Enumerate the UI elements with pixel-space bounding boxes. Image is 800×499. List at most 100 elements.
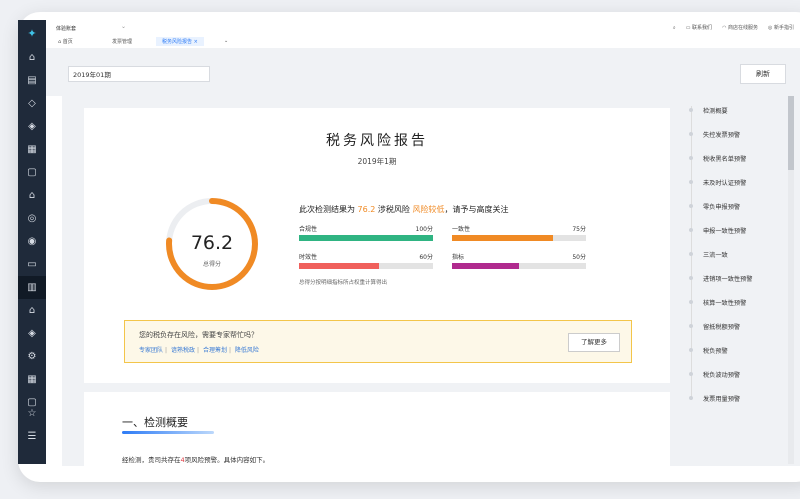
toc-item-label: 进销项一致性预警 <box>703 275 753 283</box>
metric-track <box>452 235 586 241</box>
banner-link-planning[interactable]: 合理筹划 <box>203 347 227 354</box>
expert-banner: 您的税负存在风险，需要专家帮忙吗？ 专家团队 | 谙熟税政 | 合理筹划 | 降低风险… <box>124 320 632 363</box>
diamond-icon[interactable]: ◇ <box>18 92 46 115</box>
toc-item[interactable]: 零负申报预警 <box>686 196 740 216</box>
search-icon[interactable]: ⌕ <box>673 25 676 31</box>
home-icon[interactable]: ⌂ <box>18 184 46 207</box>
metric-2: 时效性 60分 <box>299 252 433 270</box>
toc-item[interactable]: 检测概要 <box>686 100 728 120</box>
toc-item[interactable]: 进销项一致性预警 <box>686 268 753 288</box>
toc-dot <box>689 132 693 136</box>
grid-icon[interactable]: ▦ <box>18 368 46 391</box>
metric-score: 75分 <box>572 226 586 233</box>
total-score: 76.2 <box>190 232 234 254</box>
toc-dot <box>689 204 693 208</box>
scroll-thumb[interactable] <box>788 96 794 170</box>
tag-icon[interactable]: ◈ <box>18 115 46 138</box>
toc-item[interactable]: 发票用量预警 <box>686 388 740 408</box>
section-text: 经检测，贵司共存在4项风险预警。具体内容如下。 <box>122 456 270 464</box>
refresh-button[interactable]: 刷新 <box>740 64 786 84</box>
toc-item[interactable]: 税负预警 <box>686 340 728 360</box>
invoice-icon[interactable]: ▤ <box>18 69 46 92</box>
tab-more-chevron-icon[interactable]: ⌄ <box>224 38 228 44</box>
coin-icon[interactable]: ◉ <box>18 230 46 253</box>
tab-risk-report[interactable]: 税务风险报告 × <box>156 37 204 46</box>
scrollbar[interactable] <box>788 96 794 464</box>
banner-link-policy[interactable]: 谙熟税政 <box>171 347 195 354</box>
metric-0: 合规性 100分 <box>299 224 433 242</box>
chevron-down-icon[interactable]: ⌄ <box>121 23 126 30</box>
metric-name: 合规性 <box>299 226 318 233</box>
bag-icon[interactable]: ▢ <box>18 161 46 184</box>
metric-fill <box>299 235 433 241</box>
toc-dot <box>689 348 693 352</box>
toc-item[interactable]: 三流一致 <box>686 244 728 264</box>
toc-item-label: 零负申报预警 <box>703 203 741 211</box>
metric-track <box>299 263 433 269</box>
toc-dot <box>689 252 693 256</box>
toc-item-label: 失控发票预警 <box>703 131 741 139</box>
report-card: 税务风险报告 2019年1期 76.2 总得分 此次检测结果为 76.2 涉税风… <box>84 108 670 383</box>
metric-1: 一致性 75分 <box>452 224 586 242</box>
logo-icon[interactable]: ✦ <box>18 20 46 46</box>
badge-icon[interactable]: ◎ <box>18 207 46 230</box>
book-icon[interactable]: ▥ <box>18 276 46 299</box>
toc-item-label: 税负波动预警 <box>703 371 741 379</box>
toc-item[interactable]: 税负波动预警 <box>686 364 740 384</box>
menu-icon[interactable]: ☰ <box>18 425 46 448</box>
banner-link-team[interactable]: 专家团队 <box>139 347 163 354</box>
toc-dot <box>689 372 693 376</box>
result-summary: 此次检测结果为 76.2 涉税风险 风险较低，请予与高度关注 <box>299 205 509 214</box>
toc-item[interactable]: 税收黑名单预警 <box>686 148 746 168</box>
cart-icon[interactable]: ⌂ <box>18 46 46 69</box>
banner-links: 专家团队 | 谙熟税政 | 合理筹划 | 降低风险 <box>139 347 259 354</box>
toc-item-label: 发票用量预警 <box>703 395 741 403</box>
report-period: 2019年1期 <box>357 157 397 166</box>
metric-fill <box>452 235 553 241</box>
report-title: 税务风险报告 <box>326 133 428 149</box>
layers-icon[interactable]: ◈ <box>18 322 46 345</box>
toc-dot <box>689 300 693 304</box>
section-underline <box>122 431 214 434</box>
overview-section: 一、检测概要 经检测，贵司共存在4项风险预警。具体内容如下。 <box>84 392 670 472</box>
toc-item-label: 留抵税额预警 <box>703 323 741 331</box>
chart-icon[interactable]: ▦ <box>18 138 46 161</box>
toc-item[interactable]: 失控发票预警 <box>686 124 740 144</box>
guide-link[interactable]: ◎ 新手指引 <box>768 24 794 31</box>
toc-item[interactable]: 申报一致性预警 <box>686 220 746 240</box>
service-link[interactable]: ◠ 商店在线服务 <box>722 24 758 31</box>
toc-item-label: 检测概要 <box>703 107 728 115</box>
toolbar: 2019年01期 刷新 <box>46 48 800 96</box>
toc-item-label: 申报一致性预警 <box>703 227 747 235</box>
score-note: 总得分按明细指标所占权重计算得出 <box>299 280 388 286</box>
bank-icon[interactable]: ⌂ <box>18 299 46 322</box>
tab-home[interactable]: ⌂ 首页 <box>58 38 73 45</box>
contact-link[interactable]: ▭ 联系我们 <box>686 24 712 31</box>
star-icon[interactable]: ☆ <box>18 402 46 425</box>
toc-item[interactable]: 核算一致性预警 <box>686 292 746 312</box>
period-select[interactable]: 2019年01期 <box>68 66 210 82</box>
company-selector[interactable]: 体验账套 <box>56 25 76 32</box>
toc-dot <box>689 180 693 184</box>
metric-name: 一致性 <box>452 226 471 233</box>
monitor-icon[interactable]: ▭ <box>18 253 46 276</box>
toc-dot <box>689 396 693 400</box>
tab-invoice[interactable]: 发票管理 <box>112 38 132 45</box>
toc-item-label: 三流一致 <box>703 251 728 259</box>
toc-item[interactable]: 留抵税额预警 <box>686 316 740 336</box>
metric-track <box>299 235 433 241</box>
toc-item[interactable]: 未及时认证预警 <box>686 172 746 192</box>
section-title: 一、检测概要 <box>122 416 188 429</box>
toc-item-label: 税负预警 <box>703 347 728 355</box>
toc-item-label: 税收黑名单预警 <box>703 155 747 163</box>
close-icon[interactable]: × <box>194 39 198 45</box>
gear-icon[interactable]: ⚙ <box>18 345 46 368</box>
sidebar: ✦ ⌂ ▤ ◇ ◈ ▦ ▢ ⌂ ◎ ◉ ▭ ▥ ⌂ ◈ ⚙ ▦ ▢ ☆ ☰ <box>18 20 46 464</box>
banner-title: 您的税负存在风险，需要专家帮忙吗？ <box>139 331 258 339</box>
metric-name: 时效性 <box>299 254 318 261</box>
learn-more-button[interactable]: 了解更多 <box>568 333 620 352</box>
banner-link-risk[interactable]: 降低风险 <box>235 347 259 354</box>
toc-dot <box>689 156 693 160</box>
toc-dot <box>689 108 693 112</box>
toc-dot <box>689 324 693 328</box>
